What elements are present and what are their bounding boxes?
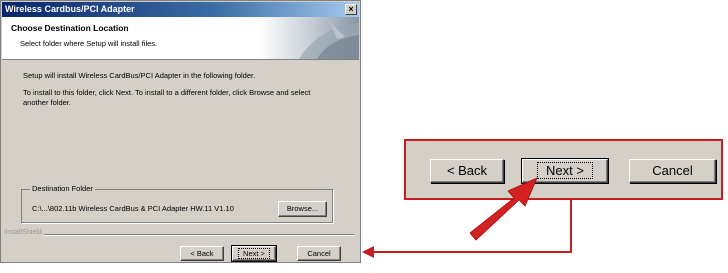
info-text-1: Setup will install Wireless CardBus/PCI …	[23, 71, 256, 80]
close-icon[interactable]: ×	[345, 4, 357, 15]
destination-path: C:\...\802.11b Wireless CardBus & PCI Ad…	[32, 204, 234, 213]
window-title: Wireless Cardbus/PCI Adapter	[5, 4, 135, 14]
zoom-next-button[interactable]: Next >	[521, 158, 609, 184]
zoom-next-label: Next >	[537, 162, 593, 179]
destination-folder-label: Destination Folder	[30, 184, 95, 193]
zoom-cancel-button[interactable]: Cancel	[629, 159, 716, 183]
divider	[27, 234, 354, 236]
connector-arrowhead-icon	[362, 246, 374, 258]
browse-button[interactable]: Browse...	[278, 201, 327, 217]
page-title: Choose Destination Location	[11, 23, 129, 33]
page-subtitle: Select folder where Setup will install f…	[20, 39, 158, 48]
title-bar: Wireless Cardbus/PCI Adapter ×	[2, 2, 359, 17]
next-button-label: Next >	[238, 248, 270, 259]
next-button[interactable]: Next >	[231, 245, 277, 262]
info-text-2b: another folder.	[23, 98, 71, 107]
header-graphic-icon	[259, 17, 359, 59]
setup-dialog: Wireless Cardbus/PCI Adapter × Choose De…	[0, 0, 361, 263]
cancel-button[interactable]: Cancel	[297, 246, 341, 261]
zoom-callout: < Back Next > Cancel	[404, 139, 723, 200]
installshield-brand: InstallShield	[4, 229, 44, 236]
connector-line	[372, 200, 572, 253]
zoom-back-button[interactable]: < Back	[430, 159, 504, 183]
info-text-2a: To install to this folder, click Next. T…	[23, 88, 311, 97]
back-button[interactable]: < Back	[180, 246, 224, 261]
dialog-header: Choose Destination Location Select folde…	[2, 17, 359, 60]
